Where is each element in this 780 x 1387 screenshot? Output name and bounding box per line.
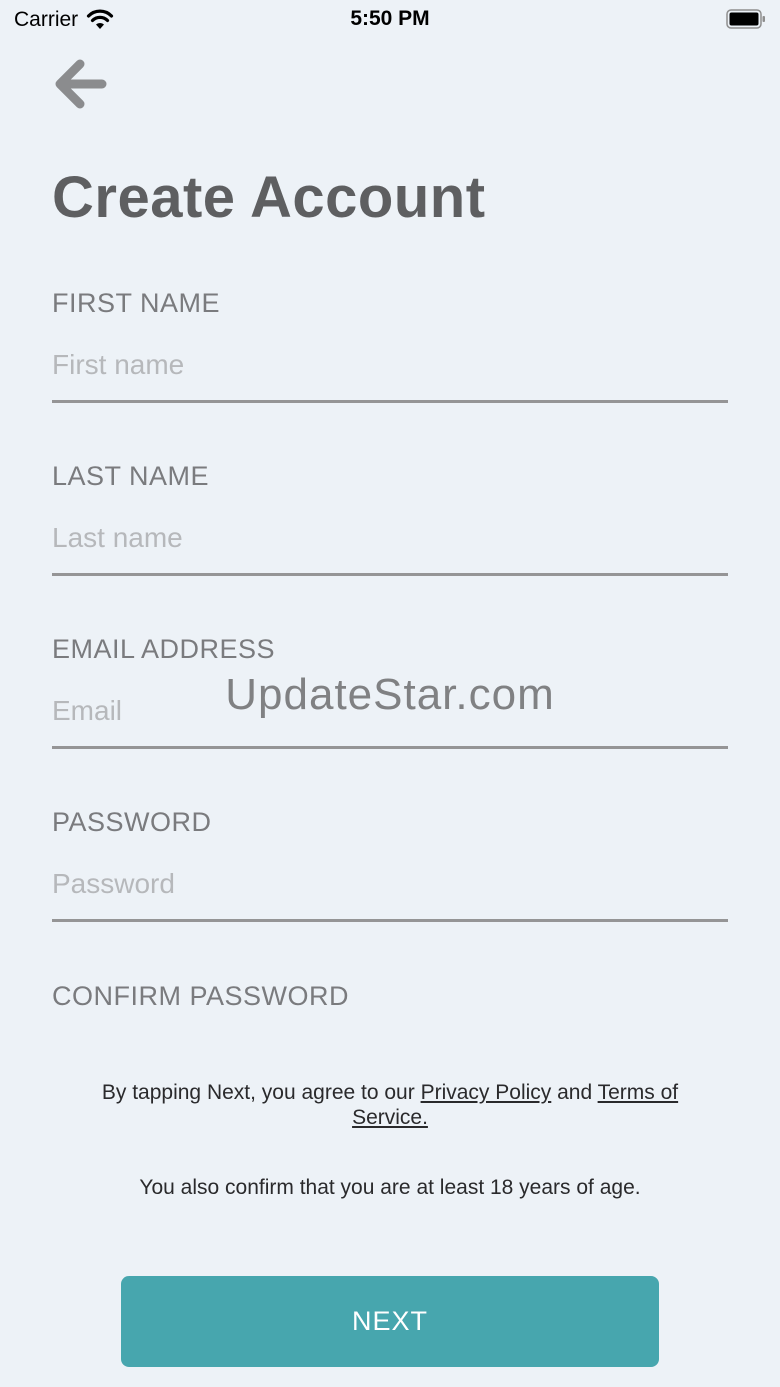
password-group: PASSWORD: [52, 807, 728, 922]
password-input[interactable]: [52, 862, 728, 922]
email-label: EMAIL ADDRESS: [52, 634, 276, 664]
back-button[interactable]: [48, 52, 112, 116]
first-name-group: FIRST NAME: [52, 288, 728, 403]
email-input[interactable]: [52, 689, 728, 749]
confirm-password-label: CONFIRM PASSWORD: [52, 981, 349, 1011]
first-name-label: FIRST NAME: [52, 288, 221, 318]
page-title: Create Account: [52, 165, 486, 230]
next-button[interactable]: NEXT: [121, 1276, 659, 1367]
email-group: EMAIL ADDRESS: [52, 634, 728, 749]
arrow-left-icon: [55, 59, 107, 109]
status-bar: Carrier 5:50 PM: [0, 0, 780, 40]
last-name-group: LAST NAME: [52, 461, 728, 576]
privacy-policy-link[interactable]: Privacy Policy: [421, 1081, 552, 1104]
legal-prefix: By tapping Next, you agree to our: [101, 1081, 421, 1104]
confirm-password-group: CONFIRM PASSWORD: [52, 981, 728, 1012]
status-time: 5:50 PM: [350, 7, 430, 30]
first-name-input[interactable]: [52, 343, 728, 403]
legal-conjunction: and: [551, 1081, 598, 1104]
legal-notice: By tapping Next, you agree to our Privac…: [80, 1080, 700, 1130]
last-name-input[interactable]: [52, 516, 728, 576]
password-label: PASSWORD: [52, 807, 212, 837]
age-confirmation-text: You also confirm that you are at least 1…: [139, 1176, 641, 1199]
last-name-label: LAST NAME: [52, 461, 210, 491]
battery-icon: [726, 9, 765, 29]
